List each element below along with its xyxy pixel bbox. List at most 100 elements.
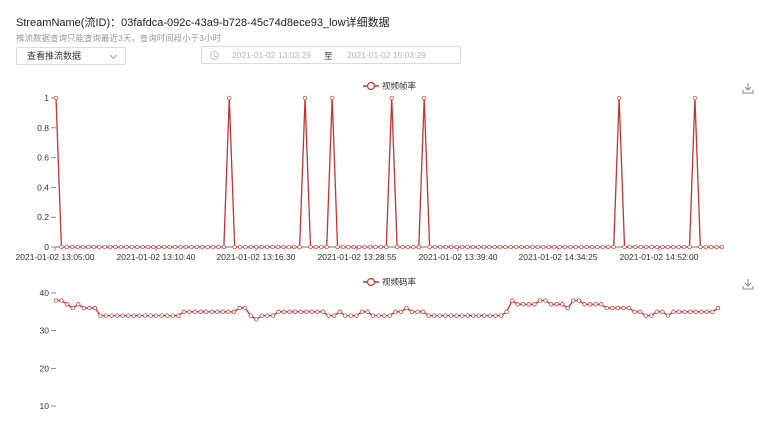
x-tick-label: 2021-01-02 13:05:00	[16, 252, 95, 262]
data-point	[189, 244, 194, 250]
data-point	[616, 95, 622, 101]
data-point	[382, 313, 387, 318]
data-point	[671, 309, 676, 314]
data-point	[548, 302, 554, 307]
data-point	[237, 305, 242, 311]
data-point	[660, 244, 665, 250]
data-point	[153, 313, 159, 318]
data-point	[170, 313, 175, 318]
data-point	[415, 309, 420, 314]
data-point	[498, 313, 504, 318]
data-point	[416, 244, 421, 250]
data-point	[187, 309, 192, 314]
data-point	[165, 313, 170, 318]
data-point	[265, 244, 270, 250]
data-point	[493, 313, 498, 318]
data-point	[76, 302, 81, 307]
data-point	[131, 313, 137, 318]
data-point	[682, 309, 687, 314]
data-point	[302, 95, 308, 101]
data-point	[454, 313, 459, 318]
data-point	[270, 313, 276, 318]
data-point	[183, 244, 189, 250]
data-point	[221, 244, 227, 250]
data-point	[693, 309, 698, 314]
data-point	[151, 244, 156, 250]
data-point	[432, 313, 437, 318]
data-point	[53, 95, 59, 101]
data-point	[231, 309, 237, 314]
data-point	[476, 244, 481, 250]
data-point	[593, 302, 598, 307]
data-point	[454, 244, 459, 250]
data-point	[704, 309, 710, 314]
data-point	[579, 244, 584, 250]
data-point	[599, 302, 604, 307]
data-point	[326, 313, 331, 318]
legend-label: 视频码率	[382, 277, 417, 287]
data-point	[53, 298, 59, 303]
data-point	[70, 244, 75, 250]
data-point	[626, 305, 632, 311]
y-tick-label: 0.8	[37, 123, 49, 133]
data-point	[59, 244, 64, 250]
data-point	[159, 313, 164, 318]
data-point	[332, 313, 337, 318]
data-point	[465, 313, 470, 318]
data-point	[237, 244, 243, 250]
data-point	[340, 244, 346, 250]
data-point	[571, 298, 576, 303]
data-point	[243, 244, 248, 250]
data-point	[660, 309, 665, 314]
data-point	[543, 298, 548, 303]
data-point	[400, 244, 405, 250]
data-point	[552, 244, 557, 250]
data-point	[676, 244, 681, 250]
data-point	[595, 244, 600, 250]
data-point	[140, 244, 145, 250]
data-point	[92, 305, 98, 311]
data-point	[287, 309, 292, 314]
data-point	[521, 302, 526, 307]
data-point	[129, 244, 134, 250]
data-point	[275, 244, 281, 250]
data-point	[632, 309, 637, 314]
data-point	[470, 244, 476, 250]
data-point	[409, 309, 415, 314]
data-point	[59, 298, 64, 303]
data-point	[270, 244, 275, 250]
data-point	[64, 302, 70, 307]
data-point	[411, 244, 416, 250]
data-point	[81, 305, 86, 311]
data-point	[354, 313, 359, 318]
data-point	[465, 244, 470, 250]
data-point	[351, 244, 356, 250]
data-point	[709, 244, 714, 250]
data-point	[362, 244, 367, 250]
data-point	[378, 244, 384, 250]
data-point	[97, 244, 102, 250]
data-point	[582, 302, 587, 307]
data-point	[200, 244, 205, 250]
data-point	[535, 244, 541, 250]
data-point	[510, 298, 515, 303]
data-point	[109, 313, 114, 318]
data-point	[259, 244, 264, 250]
data-point	[75, 244, 80, 250]
data-point	[688, 309, 693, 314]
data-point	[568, 244, 573, 250]
y-tick-label: 1	[44, 93, 49, 103]
data-point	[714, 244, 719, 250]
data-point	[167, 244, 172, 250]
data-point	[259, 313, 264, 318]
data-point	[178, 244, 183, 250]
data-point	[337, 309, 342, 314]
data-point	[557, 244, 562, 250]
data-point	[87, 305, 92, 311]
data-point	[198, 309, 203, 314]
data-point	[172, 244, 178, 250]
data-point	[638, 244, 643, 250]
data-point	[487, 244, 492, 250]
data-point	[492, 244, 497, 250]
data-point	[426, 313, 431, 318]
